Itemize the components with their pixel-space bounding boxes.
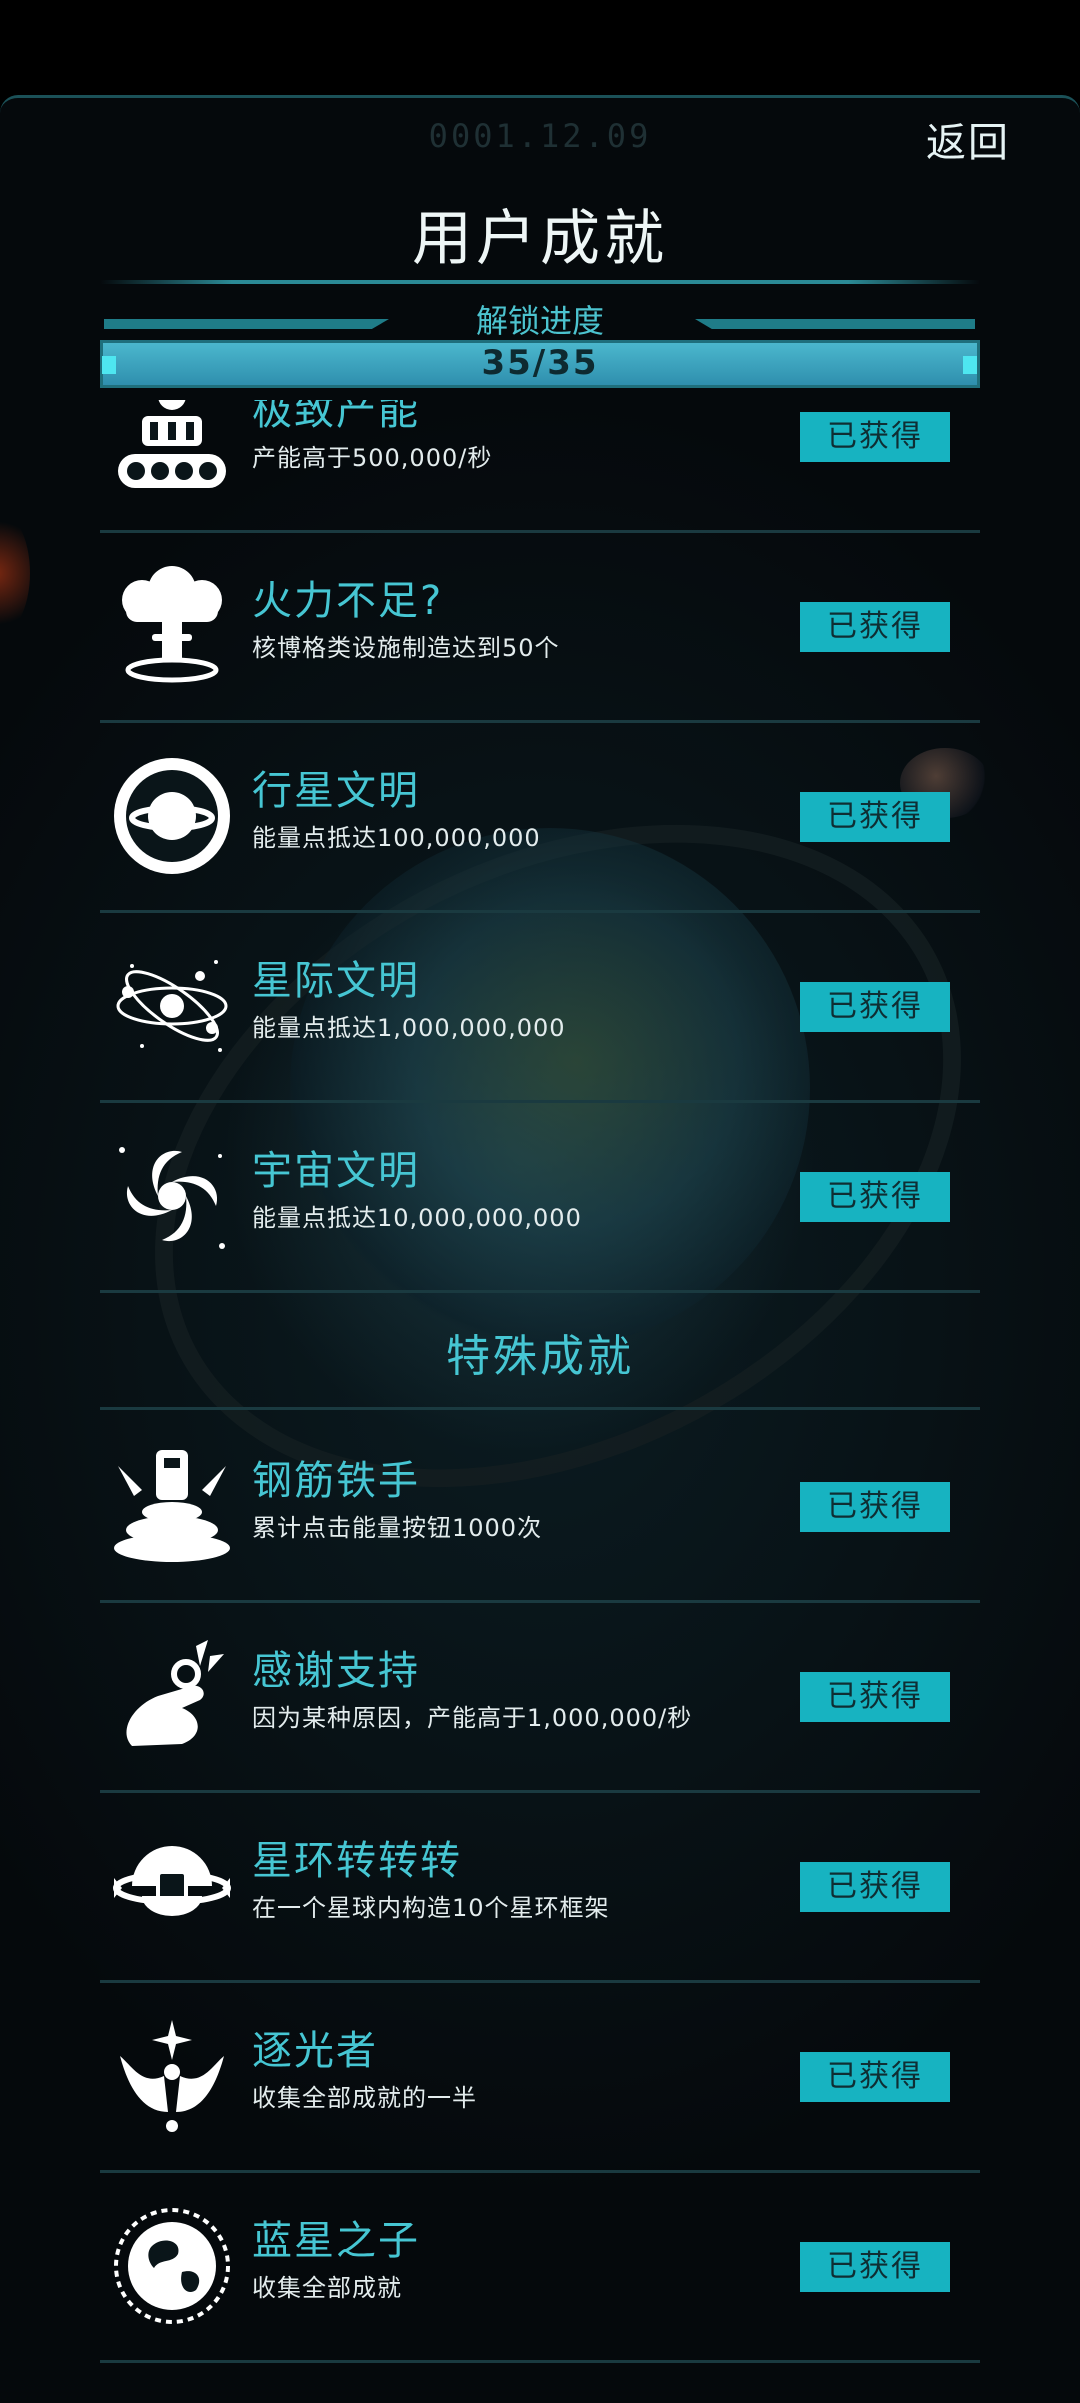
achievement-name: 蓝星之子 <box>252 2218 420 2264</box>
achievement-row: 蓝星之子 收集全部成就 已获得 <box>100 2170 980 2363</box>
back-button[interactable]: 返回 <box>924 108 1012 170</box>
factory-robot-icon <box>112 400 232 496</box>
achievement-row: 星际文明 能量点抵达1,000,000,000 已获得 <box>100 910 980 1103</box>
achievement-row: 极致产能 产能高于500,000/秒 已获得 <box>100 400 980 533</box>
game-date: 0001.12.09 <box>428 117 652 155</box>
achievement-row: 钢筋铁手 累计点击能量按钮1000次 已获得 <box>100 1410 980 1603</box>
achievement-name: 钢筋铁手 <box>252 1458 420 1504</box>
progress-label: 解锁进度 <box>475 302 604 340</box>
status-badge: 已获得 <box>800 982 950 1032</box>
status-badge: 已获得 <box>800 792 950 842</box>
achievement-desc: 累计点击能量按钮1000次 <box>252 1514 543 1542</box>
achievement-list[interactable]: 极致产能 产能高于500,000/秒 已获得 火力不足? 核博格类设施制造达到5… <box>100 400 980 2370</box>
achievement-row: 逐光者 收集全部成就的一半 已获得 <box>100 1980 980 2173</box>
status-badge: 已获得 <box>800 1482 950 1532</box>
ok-hand-icon <box>112 1636 232 1756</box>
achievement-desc: 核博格类设施制造达到50个 <box>252 634 560 662</box>
achievement-row: 宇宙文明 能量点抵达10,000,000,000 已获得 <box>100 1100 980 1293</box>
achievement-name: 宇宙文明 <box>252 1148 420 1194</box>
achievement-desc: 能量点抵达10,000,000,000 <box>252 1204 582 1232</box>
press-button-icon <box>112 1446 232 1566</box>
planet-ring-icon <box>112 756 232 876</box>
section-header-special: 特殊成就 <box>100 1290 980 1410</box>
achievement-desc: 能量点抵达1,000,000,000 <box>252 1014 566 1042</box>
status-badge: 已获得 <box>800 1862 950 1912</box>
status-badge: 已获得 <box>800 2242 950 2292</box>
achievement-desc: 产能高于500,000/秒 <box>252 444 493 472</box>
achievement-row: 行星文明 能量点抵达100,000,000 已获得 <box>100 720 980 913</box>
ring-frame-icon <box>112 1826 232 1946</box>
achievement-desc: 在一个星球内构造10个星环框架 <box>252 1894 610 1922</box>
status-badge: 已获得 <box>800 412 950 462</box>
galaxy-spiral-icon <box>112 1136 232 1256</box>
page-title: 用户成就 <box>412 204 668 274</box>
winged-star-icon <box>112 2016 232 2136</box>
achievement-desc: 因为某种原因，产能高于1,000,000/秒 <box>252 1704 693 1732</box>
achievement-desc: 能量点抵达100,000,000 <box>252 824 541 852</box>
achievement-name: 逐光者 <box>252 2028 378 2074</box>
mushroom-cloud-icon <box>112 566 232 686</box>
achievement-row: 感谢支持 因为某种原因，产能高于1,000,000/秒 已获得 <box>100 1600 980 1793</box>
status-badge: 已获得 <box>800 1172 950 1222</box>
status-badge: 已获得 <box>800 1672 950 1722</box>
status-badge: 已获得 <box>800 2052 950 2102</box>
progress-count: 35/35 <box>481 343 599 383</box>
achievement-desc: 收集全部成就 <box>252 2274 402 2302</box>
achievement-row: 火力不足? 核博格类设施制造达到50个 已获得 <box>100 530 980 723</box>
status-badge: 已获得 <box>800 602 950 652</box>
achievement-name: 极致产能 <box>252 400 420 434</box>
achievement-row: 星环转转转 在一个星球内构造10个星环框架 已获得 <box>100 1790 980 1983</box>
earth-emblem-icon <box>112 2206 232 2326</box>
achievement-name: 星际文明 <box>252 958 420 1004</box>
background-glow <box>0 508 30 638</box>
achievement-name: 火力不足? <box>252 578 444 624</box>
achievement-name: 感谢支持 <box>252 1648 420 1694</box>
achievement-name: 星环转转转 <box>252 1838 462 1884</box>
section-title: 特殊成就 <box>446 1331 634 1382</box>
achievement-desc: 收集全部成就的一半 <box>252 2084 477 2112</box>
title-divider <box>100 280 980 284</box>
atom-orbit-icon <box>112 946 232 1066</box>
achievement-name: 行星文明 <box>252 768 420 814</box>
